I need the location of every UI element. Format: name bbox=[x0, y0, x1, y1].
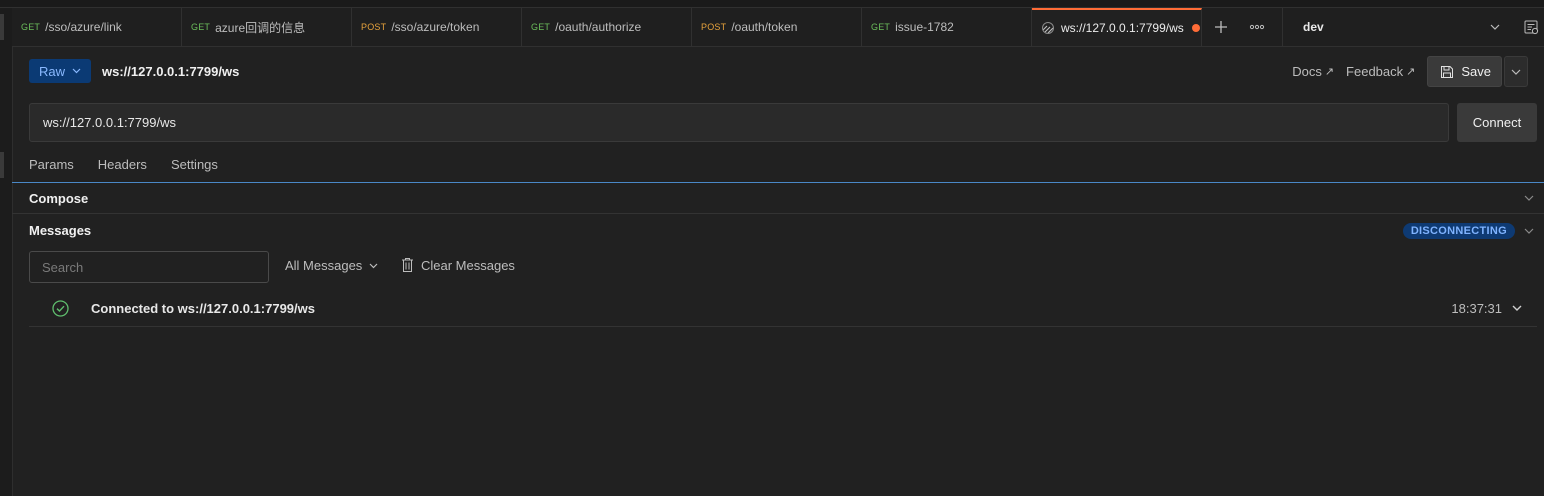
environment-quick-look-icon[interactable] bbox=[1518, 8, 1544, 46]
url-value: ws://127.0.0.1:7799/ws bbox=[43, 115, 176, 130]
request-tab[interactable]: POST /oauth/token bbox=[692, 8, 862, 46]
save-button[interactable]: Save bbox=[1427, 56, 1502, 87]
tab-params[interactable]: Params bbox=[29, 157, 74, 177]
window-top-strip bbox=[0, 0, 1544, 8]
filter-label: All Messages bbox=[285, 258, 363, 273]
messages-title: Messages bbox=[29, 223, 92, 238]
tab-method: GET bbox=[531, 22, 551, 32]
request-header: Raw ws://127.0.0.1:7799/ws bbox=[29, 58, 239, 84]
messages-section-header[interactable]: Messages DISCONNECTING bbox=[12, 215, 1544, 246]
external-link-icon: ↗ bbox=[1324, 66, 1335, 78]
environment-selector[interactable]: dev bbox=[1282, 8, 1514, 46]
compose-title: Compose bbox=[29, 190, 89, 206]
message-search-input[interactable] bbox=[29, 251, 269, 283]
request-tab[interactable]: GET issue-1782 bbox=[862, 8, 1032, 46]
external-link-icon: ↗ bbox=[1406, 66, 1416, 78]
tab-method: POST bbox=[701, 22, 727, 32]
request-tab[interactable]: GET /oauth/authorize bbox=[522, 8, 692, 46]
request-tab[interactable]: GET azure回调的信息 bbox=[182, 8, 352, 46]
tab-method: GET bbox=[21, 22, 41, 32]
save-options-button[interactable] bbox=[1504, 56, 1528, 87]
new-tab-button[interactable] bbox=[1208, 8, 1234, 46]
request-actions: Docs ↗ Feedback ↗ Save bbox=[1292, 56, 1528, 87]
more-horizontal-icon bbox=[1249, 24, 1265, 30]
plus-icon bbox=[1215, 21, 1227, 33]
tab-headers[interactable]: Headers bbox=[98, 157, 147, 177]
compose-section-header[interactable]: Compose bbox=[12, 183, 1544, 214]
status-badge: DISCONNECTING bbox=[1402, 222, 1515, 239]
request-name[interactable]: ws://127.0.0.1:7799/ws bbox=[102, 64, 239, 79]
clear-label: Clear Messages bbox=[421, 257, 515, 273]
sidebar-handle-lower[interactable] bbox=[0, 152, 4, 178]
message-filter-dropdown[interactable]: All Messages bbox=[285, 258, 378, 273]
chevron-down-icon bbox=[1490, 24, 1500, 30]
trash-icon bbox=[401, 257, 414, 273]
chevron-down-icon bbox=[1524, 228, 1534, 234]
docs-link[interactable]: Docs ↗ bbox=[1292, 64, 1334, 79]
tab-options-button[interactable] bbox=[1244, 8, 1270, 46]
message-row[interactable]: Connected to ws://127.0.0.1:7799/ws 18:3… bbox=[29, 290, 1537, 327]
feedback-label: Feedback bbox=[1346, 64, 1404, 79]
tab-method: GET bbox=[871, 22, 891, 32]
tab-label: /sso/azure/link bbox=[45, 20, 122, 34]
url-input[interactable]: ws://127.0.0.1:7799/ws bbox=[29, 103, 1449, 142]
tab-label: /oauth/token bbox=[731, 20, 798, 34]
request-tab-bar: GET /sso/azure/link GET azure回调的信息 POST … bbox=[12, 8, 1544, 47]
mode-label: Raw bbox=[39, 63, 66, 79]
chevron-down-icon[interactable] bbox=[1512, 305, 1522, 311]
chevron-down-icon bbox=[1524, 195, 1534, 201]
left-sidebar-collapsed[interactable] bbox=[0, 8, 13, 496]
tab-label: azure回调的信息 bbox=[215, 20, 306, 35]
websocket-icon bbox=[1041, 21, 1055, 35]
environment-name: dev bbox=[1303, 20, 1324, 34]
tab-method: POST bbox=[361, 22, 387, 32]
chevron-down-icon bbox=[1511, 69, 1521, 75]
save-label: Save bbox=[1461, 64, 1491, 79]
request-tab[interactable]: GET /sso/azure/link bbox=[12, 8, 182, 46]
feedback-link[interactable]: Feedback ↗ bbox=[1346, 64, 1415, 79]
sidebar-handle[interactable] bbox=[0, 14, 4, 40]
tab-settings[interactable]: Settings bbox=[171, 157, 218, 177]
chevron-down-icon bbox=[369, 263, 378, 269]
tab-label: ws://127.0.0.1:7799/ws bbox=[1061, 21, 1184, 35]
tab-label: issue-1782 bbox=[895, 20, 954, 34]
save-icon bbox=[1440, 65, 1454, 79]
tab-label: /sso/azure/token bbox=[391, 20, 480, 34]
request-tab-active[interactable]: ws://127.0.0.1:7799/ws bbox=[1032, 8, 1202, 46]
message-timestamp: 18:37:31 bbox=[1451, 300, 1502, 316]
docs-label: Docs bbox=[1292, 64, 1322, 79]
tab-method: GET bbox=[191, 22, 211, 32]
request-tab[interactable]: POST /sso/azure/token bbox=[352, 8, 522, 46]
check-circle-icon bbox=[52, 299, 69, 317]
tab-label: /oauth/authorize bbox=[555, 20, 642, 34]
clear-messages-button[interactable]: Clear Messages bbox=[401, 257, 515, 273]
message-mode-dropdown[interactable]: Raw bbox=[29, 59, 92, 83]
unsaved-dot-icon bbox=[1191, 24, 1200, 32]
message-text: Connected to ws://127.0.0.1:7799/ws bbox=[91, 300, 315, 316]
chevron-down-icon bbox=[72, 68, 81, 74]
request-subtabs: Params Headers Settings bbox=[29, 157, 242, 177]
connect-button[interactable]: Connect bbox=[1457, 103, 1537, 142]
